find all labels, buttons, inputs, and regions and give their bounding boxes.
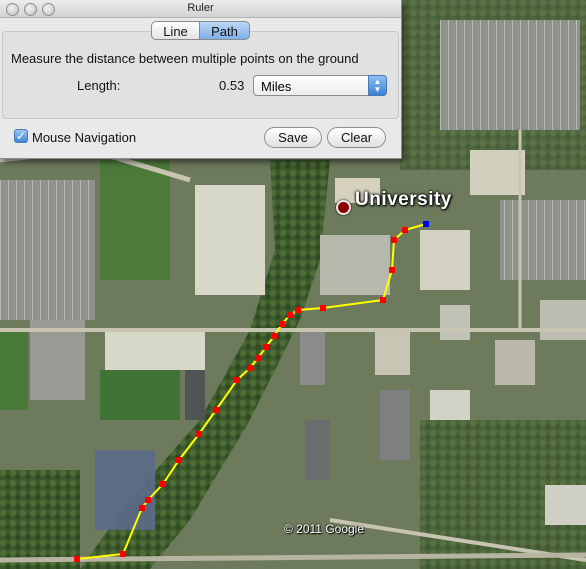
length-label: Length: [77, 78, 121, 93]
path-point[interactable] [295, 307, 301, 313]
path-point[interactable] [380, 297, 386, 303]
clear-button[interactable]: Clear [327, 127, 386, 148]
path-point[interactable] [247, 365, 253, 371]
title-bar[interactable]: Ruler [0, 0, 401, 18]
path-point[interactable] [320, 305, 326, 311]
path-point[interactable] [279, 321, 285, 327]
mouse-navigation-label[interactable]: Mouse Navigation [32, 130, 136, 145]
path-point[interactable] [213, 407, 219, 413]
updown-arrows-icon: ▲ ▼ [368, 75, 387, 96]
path-point[interactable] [287, 312, 293, 318]
path-point[interactable] [263, 344, 269, 350]
tab-path[interactable]: Path [199, 21, 250, 40]
copyright-text: © 2011 Google [284, 522, 365, 536]
path-point[interactable] [74, 556, 80, 562]
place-marker-icon[interactable] [336, 200, 351, 215]
path-point[interactable] [196, 431, 202, 437]
ruler-window: Ruler Line Path Measure the distance bet… [0, 0, 402, 159]
path-point[interactable] [234, 377, 240, 383]
mouse-navigation-checkbox[interactable]: ✓ [14, 129, 28, 143]
path-point[interactable] [255, 355, 261, 361]
path-point[interactable] [402, 227, 408, 233]
description-text: Measure the distance between multiple po… [11, 51, 359, 66]
path-point[interactable] [145, 497, 151, 503]
path-point[interactable] [139, 505, 145, 511]
length-value: 0.53 [219, 78, 245, 93]
path-point[interactable] [391, 237, 397, 243]
tab-line[interactable]: Line [151, 21, 200, 40]
unit-select-value: Miles [261, 79, 292, 94]
place-label[interactable]: University [355, 189, 452, 211]
unit-select[interactable]: Miles ▲ ▼ [253, 75, 387, 96]
path-end-point[interactable] [423, 221, 429, 227]
path-point[interactable] [389, 267, 395, 273]
save-button[interactable]: Save [264, 127, 322, 148]
path-point[interactable] [160, 481, 166, 487]
path-point[interactable] [271, 333, 277, 339]
path-point[interactable] [120, 551, 126, 557]
window-title: Ruler [187, 2, 214, 14]
path-point[interactable] [176, 457, 182, 463]
